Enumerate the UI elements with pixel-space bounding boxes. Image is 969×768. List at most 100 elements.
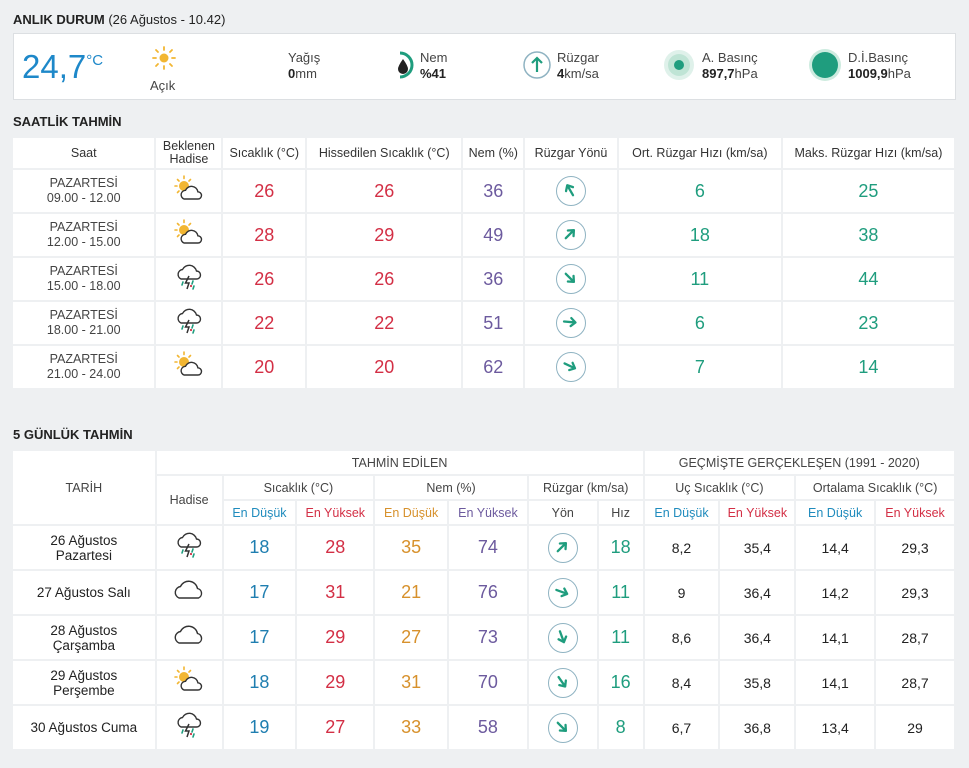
current-condition: Açık bbox=[150, 78, 176, 93]
hourly-time-cell: PAZARTESİ 18.00 - 21.00 bbox=[13, 302, 155, 344]
thunderstorm-icon bbox=[172, 264, 206, 296]
daily-weekday: Perşembe bbox=[53, 682, 115, 698]
daily-wind-speed: 16 bbox=[598, 661, 643, 704]
header-yon: Yön bbox=[528, 501, 597, 524]
hourly-time-cell: PAZARTESİ 15.00 - 18.00 bbox=[13, 258, 155, 300]
daily-date-cell: 29 Ağustos Perşembe bbox=[13, 661, 155, 704]
daily-average-max: 29,3 bbox=[876, 526, 954, 569]
hourly-row: PAZARTESİ 21.00 - 24.00 20 20 62 7 14 bbox=[13, 346, 954, 388]
daily-event-cell bbox=[156, 616, 222, 659]
daily-humidity-min: 31 bbox=[375, 661, 448, 704]
current-temperature-unit: °C bbox=[86, 52, 104, 69]
hourly-row: PAZARTESİ 12.00 - 15.00 28 29 49 18 38 bbox=[13, 214, 954, 256]
header-beklenen-hadise: Beklenen Hadise bbox=[156, 138, 222, 168]
hourly-feels-like: 20 bbox=[307, 346, 462, 388]
daily-temp-min: 18 bbox=[223, 661, 296, 704]
sun-icon bbox=[152, 46, 176, 75]
current-timestamp: (26 Ağustos - 10.42) bbox=[108, 12, 226, 27]
hourly-avg-wind: 6 bbox=[618, 302, 781, 344]
thunderstorm-icon bbox=[172, 532, 206, 564]
daily-temp-max: 28 bbox=[297, 526, 374, 569]
daily-average-min: 13,4 bbox=[796, 706, 875, 749]
daily-date-cell: 28 Ağustos Çarşamba bbox=[13, 616, 155, 659]
thunderstorm-icon bbox=[172, 712, 206, 744]
hourly-max-wind: 44 bbox=[782, 258, 954, 300]
daily-extreme-max: 35,8 bbox=[720, 661, 795, 704]
daily-extreme-max: 35,4 bbox=[720, 526, 795, 569]
hourly-feels-like: 29 bbox=[307, 214, 462, 256]
hourly-row: PAZARTESİ 09.00 - 12.00 26 26 36 6 25 bbox=[13, 170, 954, 212]
precipitation-label: Yağış bbox=[288, 50, 321, 65]
sun-cloud-icon bbox=[172, 350, 206, 383]
header-hum-high: En Yüksek bbox=[449, 501, 527, 524]
wind-arrow-icon bbox=[522, 50, 552, 85]
daily-event-cell bbox=[156, 571, 222, 614]
daily-humidity-min: 27 bbox=[375, 616, 448, 659]
daily-wind-speed: 8 bbox=[598, 706, 643, 749]
daily-weekday: Çarşamba bbox=[52, 637, 115, 653]
hourly-time-range: 18.00 - 21.00 bbox=[46, 323, 121, 337]
wind-direction-arrow-icon bbox=[555, 176, 586, 206]
daily-extreme-max: 36,8 bbox=[720, 706, 795, 749]
humidity-icon bbox=[392, 50, 418, 85]
hourly-event-cell bbox=[156, 302, 222, 344]
cloud-icon bbox=[170, 625, 208, 652]
humidity-label: Nem bbox=[420, 50, 448, 65]
hourly-time-range: 21.00 - 24.00 bbox=[46, 367, 121, 381]
sun-cloud-icon bbox=[172, 666, 206, 698]
hourly-humidity: 36 bbox=[463, 170, 524, 212]
current-title: ANLIK DURUM bbox=[13, 12, 105, 27]
daily-temp-max: 29 bbox=[297, 661, 374, 704]
header-saat: Saat bbox=[13, 138, 155, 168]
daily-humidity-max: 74 bbox=[449, 526, 527, 569]
daily-date: 26 Ağustos bbox=[50, 532, 118, 548]
pressure-value: 897,7 bbox=[702, 66, 735, 81]
sea-pressure: D.İ.Basınç 1009,9hPa bbox=[848, 50, 911, 82]
hourly-event-cell bbox=[156, 346, 222, 388]
header-avg-low: En Düşük bbox=[796, 501, 875, 524]
hourly-wind-direction bbox=[525, 170, 617, 212]
daily-average-min: 14,4 bbox=[796, 526, 875, 569]
daily-date: 28 Ağustos bbox=[50, 622, 118, 638]
header-tahmin-edilen: TAHMİN EDİLEN bbox=[156, 451, 643, 474]
daily-extreme-min: 9 bbox=[644, 571, 719, 614]
daily-temp-min: 18 bbox=[223, 526, 296, 569]
header-hum-low: En Düşük bbox=[375, 501, 448, 524]
daily-extreme-max: 36,4 bbox=[720, 616, 795, 659]
wind: Rüzgar 4km/sa bbox=[557, 50, 599, 82]
daily-temp-max: 29 bbox=[297, 616, 374, 659]
daily-humidity-max: 73 bbox=[449, 616, 527, 659]
pressure-unit: hPa bbox=[734, 66, 758, 81]
daily-extreme-max: 36,4 bbox=[720, 571, 795, 614]
header-ruzgar-group: Rüzgar (km/sa) bbox=[528, 476, 643, 499]
hourly-header-row: Saat Beklenen Hadise Sıcaklık (°C) Hisse… bbox=[13, 138, 954, 168]
header-ort-ruzgar: Ort. Rüzgar Hızı (km/sa) bbox=[618, 138, 781, 168]
header-temp-high: En Yüksek bbox=[297, 501, 374, 524]
hourly-temperature: 28 bbox=[223, 214, 306, 256]
cloud-icon bbox=[170, 580, 208, 607]
hourly-time-cell: PAZARTESİ 21.00 - 24.00 bbox=[13, 346, 155, 388]
header-hissedilen: Hissedilen Sıcaklık (°C) bbox=[307, 138, 462, 168]
pressure: A. Basınç 897,7hPa bbox=[702, 50, 758, 82]
hourly-day: PAZARTESİ bbox=[49, 264, 118, 278]
hourly-day: PAZARTESİ bbox=[49, 176, 118, 190]
daily-wind-speed: 11 bbox=[598, 616, 643, 659]
daily-date-cell: 26 Ağustos Pazartesi bbox=[13, 526, 155, 569]
current-temperature: 24,7°C bbox=[22, 48, 103, 86]
hourly-time-range: 15.00 - 18.00 bbox=[46, 279, 121, 293]
hourly-temperature: 20 bbox=[223, 346, 306, 388]
daily-weekday: Pazartesi bbox=[55, 547, 112, 563]
hourly-feels-like: 22 bbox=[307, 302, 462, 344]
header-sicaklik-group: Sıcaklık (°C) bbox=[223, 476, 374, 499]
daily-row: 28 Ağustos Çarşamba 17 29 27 73 11 8,6 36,4 14,1 2… bbox=[13, 616, 954, 659]
wind-direction-arrow-icon bbox=[547, 532, 578, 563]
daily-event-cell bbox=[156, 526, 222, 569]
hourly-event-cell bbox=[156, 214, 222, 256]
daily-temp-max: 27 bbox=[297, 706, 374, 749]
header-tarih: TARİH bbox=[13, 451, 155, 524]
precipitation: Yağış 0mm bbox=[288, 50, 320, 82]
daily-extreme-min: 6,7 bbox=[644, 706, 719, 749]
daily-wind-direction bbox=[528, 526, 597, 569]
hourly-avg-wind: 18 bbox=[618, 214, 781, 256]
wind-direction-arrow-icon bbox=[555, 352, 586, 382]
